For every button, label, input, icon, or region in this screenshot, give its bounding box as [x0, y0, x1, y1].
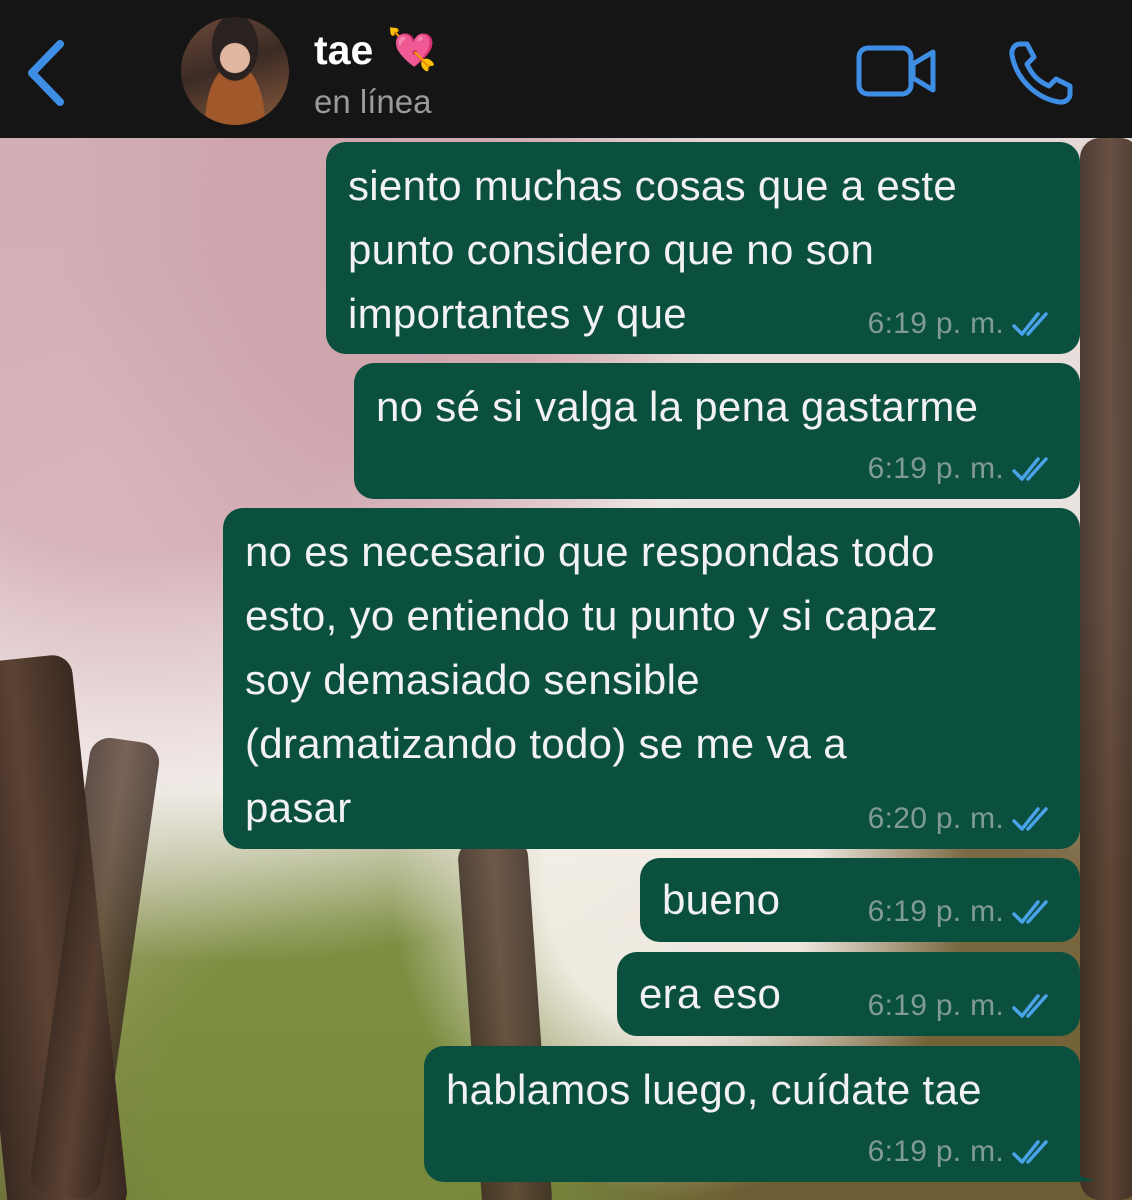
video-camera-icon [856, 45, 936, 97]
contact-status: en línea [314, 83, 432, 120]
double-check-icon [1012, 807, 1048, 831]
double-check-icon [1012, 994, 1048, 1018]
phone-icon [1009, 41, 1073, 105]
message-text: bueno [662, 868, 780, 932]
message-line: soy demasiado sensible [245, 656, 700, 703]
chat-area[interactable]: siento muchas cosas que a este punto con… [0, 138, 1132, 1200]
message-text: hablamos luego, cuídate tae [446, 1058, 982, 1122]
message-line: era eso [639, 970, 782, 1017]
message-meta: 6:19 p. m. [868, 986, 1054, 1026]
double-check-icon [1012, 1140, 1048, 1164]
message-line: (dramatizando todo) se me va a [245, 720, 847, 767]
wallpaper-tree [1080, 138, 1132, 1200]
bubble-tail [1062, 1150, 1096, 1182]
message-line: bueno [662, 876, 781, 923]
message-line: pasar [245, 784, 352, 831]
message-meta: 6:19 p. m. [868, 1132, 1054, 1172]
double-check-icon [1012, 312, 1048, 336]
video-call-button[interactable] [855, 42, 939, 102]
message-bubble[interactable]: no sé si valga la pena gastarme 6:19 p. … [354, 363, 1080, 499]
message-line: punto considero que no son [348, 226, 875, 273]
message-text: no es necesario que respondas todo esto,… [245, 520, 938, 840]
message-time: 6:19 p. m. [867, 1135, 1004, 1168]
message-bubble[interactable]: siento muchas cosas que a este punto con… [326, 142, 1080, 354]
chevron-left-icon [28, 40, 64, 106]
message-line: no es necesario que respondas todo [245, 528, 935, 575]
message-text: era eso [639, 962, 781, 1026]
message-meta: 6:19 p. m. [868, 304, 1054, 344]
message-bubble[interactable]: hablamos luego, cuídate tae 6:19 p. m. [424, 1046, 1096, 1182]
message-line: hablamos luego, cuídate tae [446, 1066, 982, 1113]
message-meta: 6:19 p. m. [868, 449, 1054, 489]
message-time: 6:19 p. m. [867, 452, 1004, 485]
contact-name-text: tae [314, 27, 374, 73]
double-check-icon [1012, 900, 1048, 924]
contact-name[interactable]: tae 💘 [314, 26, 437, 74]
message-line: no sé si valga la pena gastarme [376, 383, 979, 430]
message-text: no sé si valga la pena gastarme [376, 375, 978, 439]
message-time: 6:19 p. m. [867, 989, 1004, 1022]
message-bubble[interactable]: no es necesario que respondas todo esto,… [223, 508, 1080, 849]
chat-header: tae 💘 en línea [0, 0, 1132, 138]
voice-call-button[interactable] [1006, 38, 1076, 108]
message-meta: 6:19 p. m. [868, 892, 1054, 932]
message-bubble[interactable]: bueno 6:19 p. m. [640, 858, 1080, 942]
message-time: 6:20 p. m. [867, 802, 1004, 835]
message-line: siento muchas cosas que a este [348, 162, 958, 209]
heart-arrow-emoji: 💘 [387, 28, 438, 72]
message-text: siento muchas cosas que a este punto con… [348, 154, 957, 346]
message-meta: 6:20 p. m. [868, 799, 1054, 839]
avatar[interactable] [181, 17, 289, 125]
message-time: 6:19 p. m. [867, 307, 1004, 340]
message-bubble[interactable]: era eso 6:19 p. m. [617, 952, 1080, 1036]
message-time: 6:19 p. m. [867, 895, 1004, 928]
message-line: importantes y que [348, 290, 687, 337]
message-line: esto, yo entiendo tu punto y si capaz [245, 592, 938, 639]
back-button[interactable] [22, 38, 72, 108]
double-check-icon [1012, 457, 1048, 481]
